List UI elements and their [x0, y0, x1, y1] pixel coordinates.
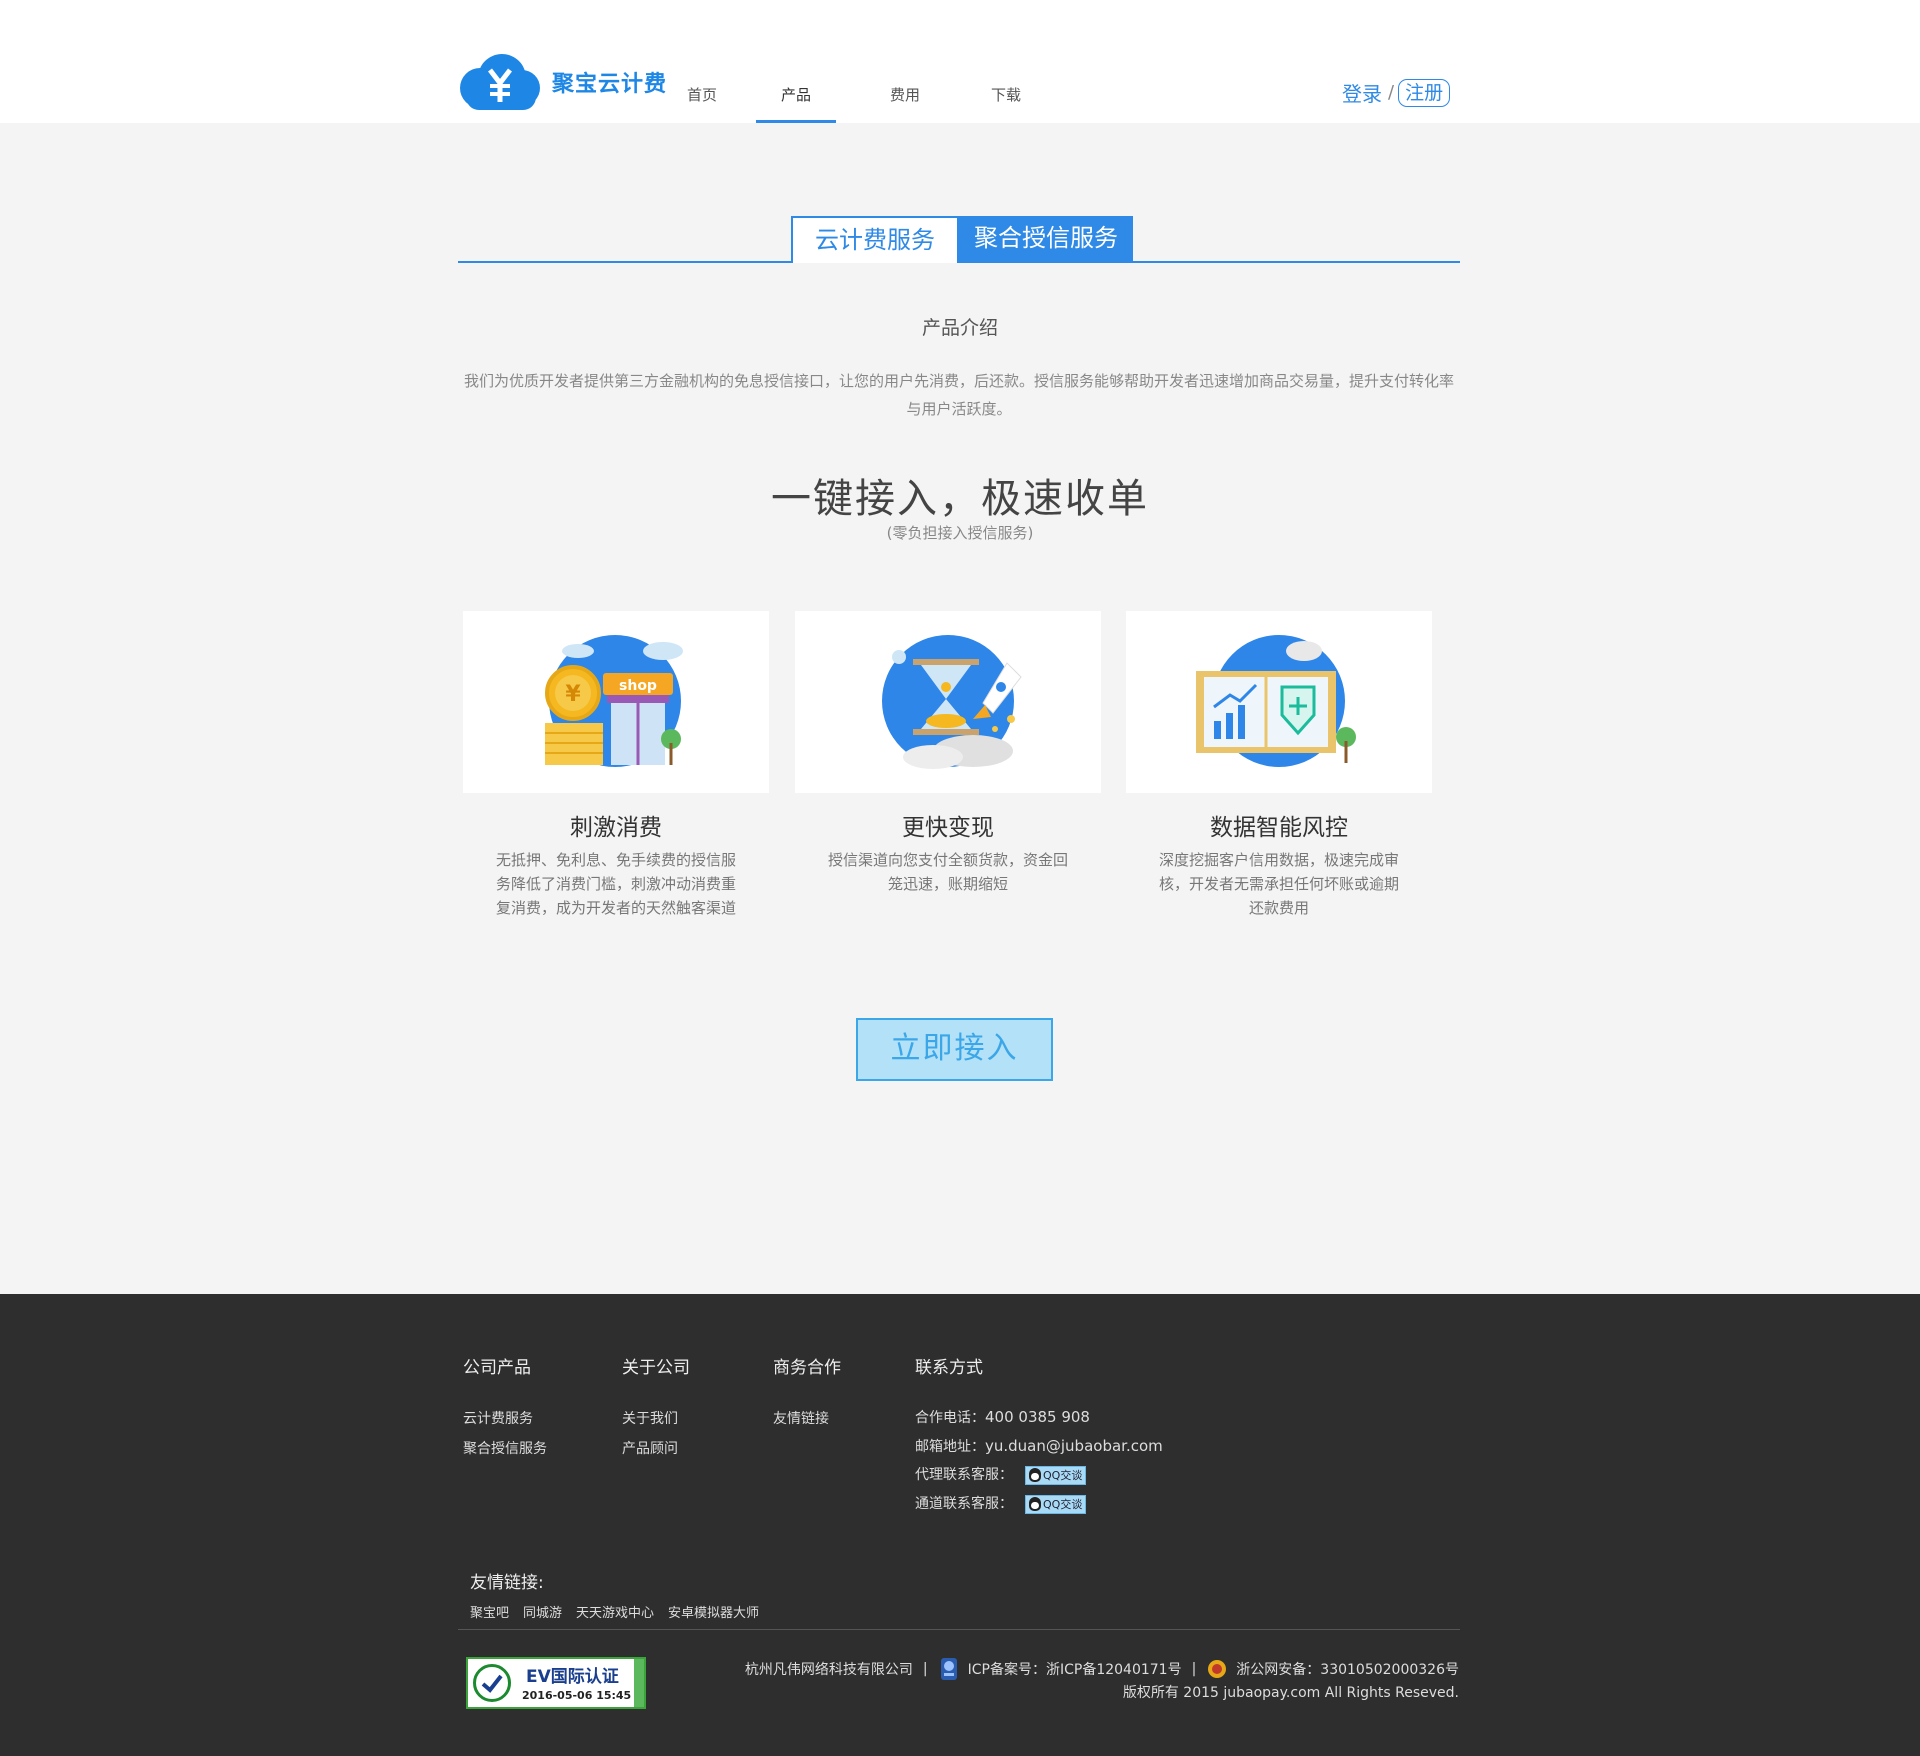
nav-item-pricing[interactable]: 费用: [887, 64, 923, 123]
footer-link-about-us[interactable]: 关于我们: [622, 1408, 678, 1428]
contact-email-label: 邮箱地址：: [915, 1439, 985, 1455]
svg-text:shop: shop: [619, 678, 657, 694]
auth-links: 登录 / 注册: [1342, 78, 1451, 107]
friend-link[interactable]: 聚宝吧: [470, 1602, 509, 1621]
footer-link-cloud-billing[interactable]: 云计费服务: [463, 1408, 533, 1428]
police-badge-icon: [1208, 1660, 1227, 1678]
feature-card-stimulate: shop ¥: [463, 611, 769, 793]
feature-title-stimulate: 刺激消费: [570, 815, 662, 841]
feature-card-risk-control: [1126, 611, 1432, 793]
contact-phone-label: 合作电话：: [915, 1410, 985, 1426]
contact-email: 邮箱地址：yu.duan@jubaobar.com: [915, 1436, 1163, 1456]
legal-line: 杭州凡伟网络科技有限公司 | ICP备案号：浙ICP备12040171号 | 浙…: [745, 1656, 1459, 1682]
contact-channel: 通道联系客服： QQ交谈: [915, 1493, 1087, 1514]
contact-agent: 代理联系客服： QQ交谈: [915, 1464, 1087, 1485]
hourglass-rocket-icon: [882, 635, 1022, 769]
hero-subheadline: (零负担接入授信服务): [886, 524, 1034, 542]
feature-desc-risk-control: 深度挖掘客户信用数据，极速完成审核，开发者无需承担任何坏账或逾期还款费用: [1158, 851, 1399, 917]
friend-link[interactable]: 同城游: [523, 1602, 562, 1621]
footer-link-credit-service[interactable]: 聚合授信服务: [463, 1438, 547, 1458]
copyright: 版权所有 2015 jubaopay.com All Rights Reseve…: [1122, 1685, 1459, 1701]
brand-name: 聚宝云计费: [552, 72, 668, 97]
agent-qq-label: QQ交谈: [1043, 1469, 1083, 1482]
feature-card-monetize: [795, 611, 1101, 793]
auth-separator: /: [1388, 82, 1395, 103]
contact-email-value[interactable]: yu.duan@jubaobar.com: [985, 1437, 1163, 1455]
register-button[interactable]: 注册: [1398, 78, 1451, 107]
tab-credit-service[interactable]: 聚合授信服务: [959, 216, 1133, 263]
separator: |: [1191, 1661, 1197, 1677]
shop-coins-icon: shop ¥: [545, 635, 683, 767]
qq-penguin-icon: [1029, 1497, 1041, 1511]
channel-qq-label: QQ交谈: [1043, 1498, 1083, 1511]
agent-qq-button[interactable]: QQ交谈: [1025, 1465, 1087, 1485]
contact-channel-label: 通道联系客服：: [915, 1496, 1013, 1512]
ev-check-icon: [473, 1664, 511, 1702]
header: 聚宝云计费 首页 产品 费用 下载 登录 / 注册: [0, 0, 1920, 123]
svg-text:¥: ¥: [565, 682, 581, 707]
footer-link-product-advisor[interactable]: 产品顾问: [622, 1438, 678, 1458]
cloud-yen-logo-icon: [460, 54, 540, 110]
intro-text: 我们为优质开发者提供第三方金融机构的免息授信接口，让您的用户先消费，后还款。授信…: [463, 372, 1454, 418]
contact-phone: 合作电话：400 0385 908: [915, 1407, 1090, 1427]
police-record[interactable]: 浙公网安备：33010502000326号: [1236, 1659, 1459, 1679]
friend-link[interactable]: 天天游戏中心: [576, 1602, 654, 1621]
logo[interactable]: 聚宝云计费: [458, 54, 667, 110]
friend-links-title: 友情链接:: [470, 1573, 544, 1593]
footer: 公司产品 云计费服务 聚合授信服务 关于公司 关于我们 产品顾问 商务合作 友情…: [0, 1294, 1920, 1756]
ev-accent-bar: [634, 1659, 644, 1707]
contact-phone-value: 400 0385 908: [985, 1408, 1090, 1426]
tab-cloud-billing[interactable]: 云计费服务: [791, 216, 959, 263]
footer-col-contact-title: 联系方式: [915, 1358, 983, 1378]
friend-links: 聚宝吧 同城游 天天游戏中心 安卓模拟器大师: [470, 1602, 759, 1621]
ev-title: EV国际认证: [526, 1667, 619, 1687]
icp-badge-icon: [940, 1658, 957, 1680]
login-link[interactable]: 登录: [1342, 78, 1382, 107]
feature-title-risk-control: 数据智能风控: [1210, 815, 1348, 841]
chart-shield-icon: [1196, 635, 1356, 767]
ev-date: 2016-05-06 15:45: [522, 1689, 632, 1702]
nav-item-product[interactable]: 产品: [756, 64, 836, 123]
access-now-button[interactable]: 立即接入: [856, 1018, 1053, 1081]
icp-number[interactable]: ICP备案号：浙ICP备12040171号: [968, 1659, 1182, 1679]
hero-headline: 一键接入，极速收单: [771, 476, 1149, 522]
company-name: 杭州凡伟网络科技有限公司: [744, 1662, 913, 1678]
footer-col-business-title: 商务合作: [773, 1358, 841, 1378]
feature-desc-monetize: 授信渠道向您支付全额货款，资金回笼迅速，账期缩短: [827, 851, 1068, 893]
qq-penguin-icon: [1029, 1468, 1041, 1482]
footer-link-friend-links[interactable]: 友情链接: [773, 1408, 829, 1428]
friend-link[interactable]: 安卓模拟器大师: [668, 1602, 759, 1621]
footer-divider: [458, 1629, 1460, 1630]
nav-item-home[interactable]: 首页: [684, 64, 720, 123]
contact-agent-label: 代理联系客服：: [915, 1467, 1013, 1483]
feature-title-monetize: 更快变现: [902, 815, 994, 841]
ev-certification-badge[interactable]: EV国际认证 2016-05-06 15:45: [466, 1657, 646, 1709]
channel-qq-button[interactable]: QQ交谈: [1025, 1494, 1087, 1514]
footer-col-about-title: 关于公司: [622, 1358, 690, 1378]
intro-title: 产品介绍: [921, 317, 998, 339]
footer-col-products-title: 公司产品: [463, 1358, 531, 1378]
feature-desc-stimulate: 无抵押、免利息、免手续费的授信服务降低了消费门槛，刺激冲动消费重复消费，成为开发…: [495, 851, 736, 917]
separator: |: [922, 1661, 928, 1677]
nav-item-download[interactable]: 下载: [988, 64, 1024, 123]
